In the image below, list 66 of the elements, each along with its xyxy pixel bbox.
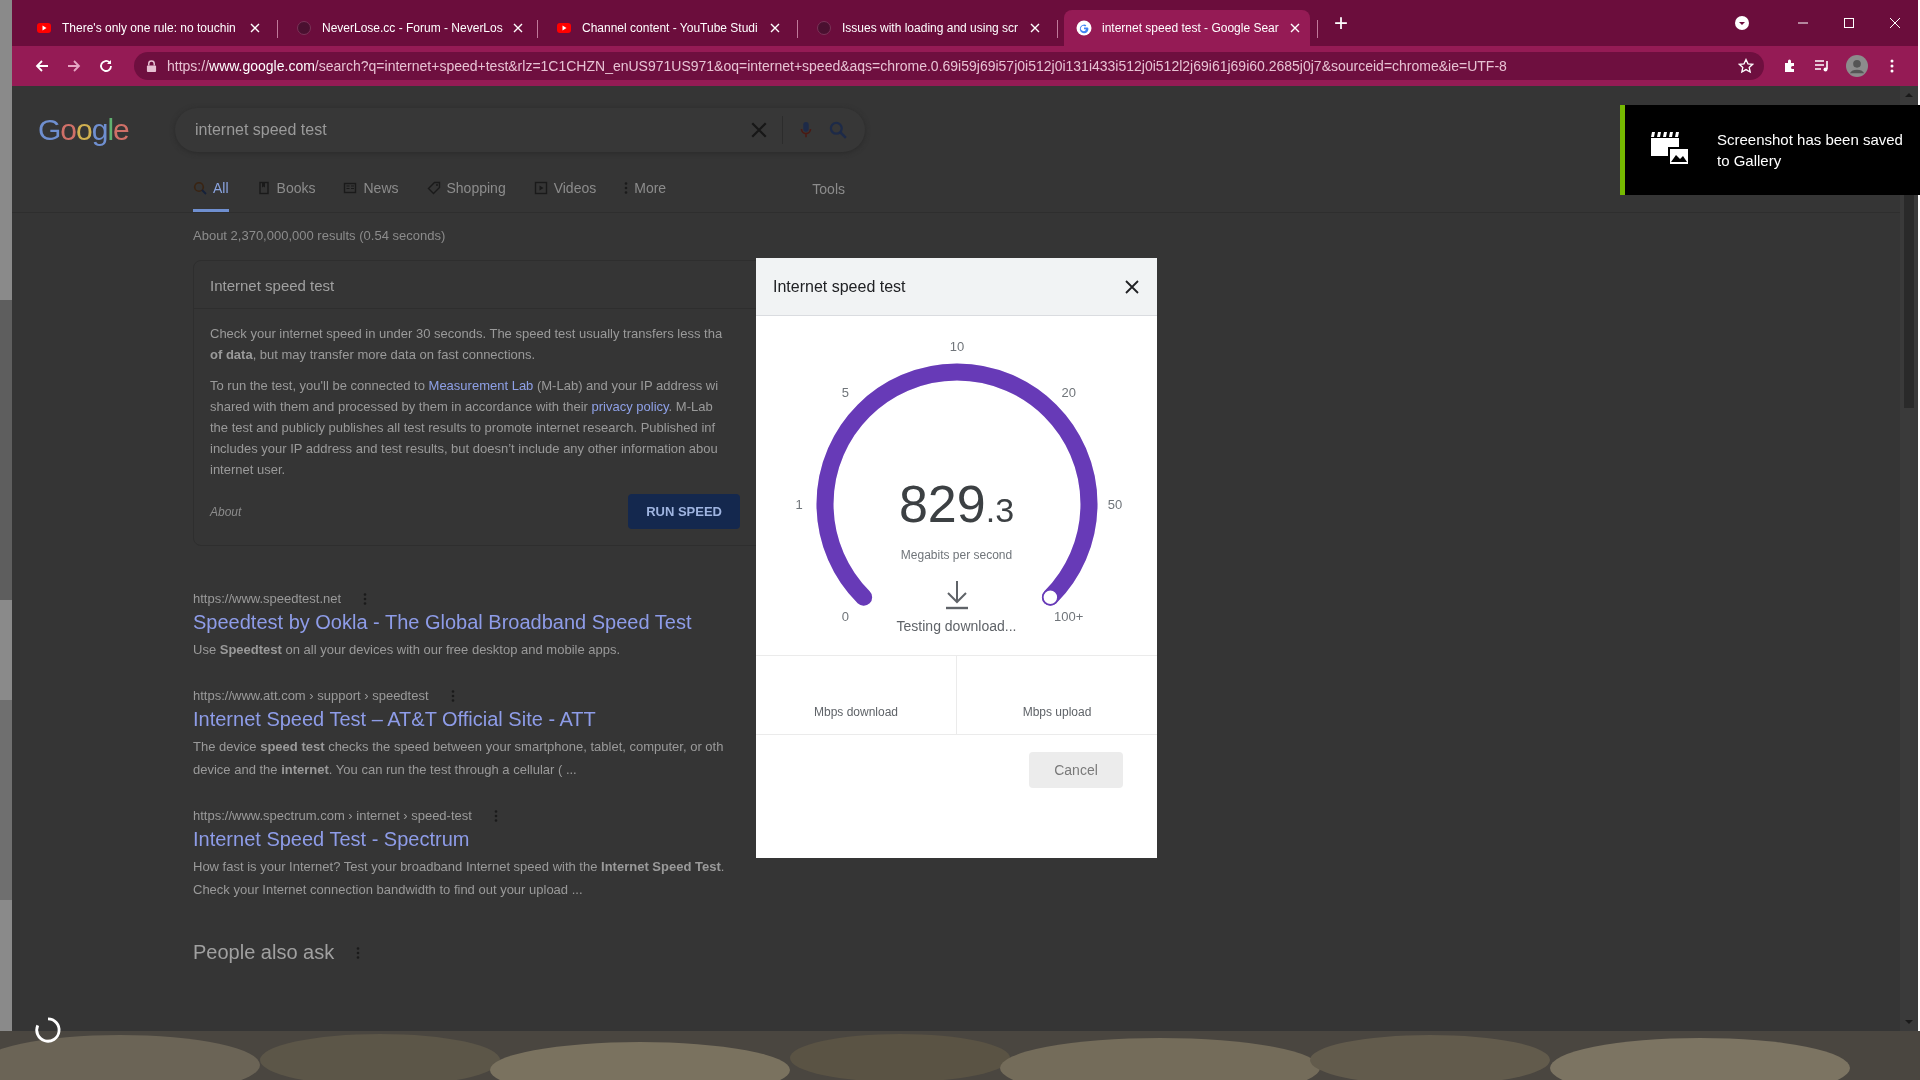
description-text: Check your internet speed in under 30 seconds. The speed test usually transfers less tha of data, but may transfer more data on fast connections. bbox=[210, 325, 724, 364]
speed-reading: 829.3 bbox=[898, 474, 1015, 534]
url-text: https://www.google.com/search?q=internet+speed+test&rlz=1C1CHZN_enUS971US971&oq=internet+speed&aqs=chrome.0.69i59j69i57j0i512j0i131i433i512j0i512l2j69i61j69i60.2685j0j7&sourceid=chrome&ie=UTF-8 bbox=[167, 58, 1507, 74]
search-tab[interactable]: Books bbox=[256, 166, 316, 212]
reload-icon[interactable] bbox=[98, 58, 114, 74]
gauge-tick-label: 10 bbox=[949, 338, 965, 354]
media-list-icon[interactable] bbox=[1814, 58, 1830, 74]
newspaper-icon bbox=[343, 180, 358, 195]
close-icon[interactable] bbox=[1125, 279, 1139, 294]
gauge-tick-label: 0 bbox=[841, 608, 849, 624]
notification-text: Screenshot has been saved to Gallery bbox=[1717, 130, 1904, 171]
result-url: https://www.att.com › support › speedtest bbox=[193, 688, 429, 703]
logo[interactable]: Google bbox=[38, 113, 130, 147]
search-icon bbox=[193, 180, 207, 195]
book-icon bbox=[256, 180, 271, 195]
cancel-button[interactable]: Cancel bbox=[1029, 752, 1123, 788]
result-snippet: The device speed test checks the speed between your smartphone, tablet, computer, or oth device and the internet. You can run the test through a cellular ( ... bbox=[193, 738, 724, 779]
result-snippet: Use Speedtest on all your devices with our free desktop and mobile apps. bbox=[193, 641, 621, 659]
result-url: https://www.spectrum.com › internet › speed-test bbox=[193, 808, 472, 823]
globe-icon bbox=[816, 20, 832, 36]
back-arrow-icon[interactable] bbox=[34, 58, 50, 74]
g-icon bbox=[1076, 20, 1092, 36]
run-speed-test-button[interactable]: RUN SPEED bbox=[628, 494, 740, 529]
star-icon[interactable] bbox=[1738, 58, 1754, 74]
play-icon bbox=[533, 180, 548, 195]
scrollbar-thumb[interactable] bbox=[1904, 194, 1914, 408]
unit-label: Megabits per second bbox=[900, 548, 1013, 562]
search-tab[interactable]: Videos bbox=[533, 166, 597, 212]
stat-label: Mbps download bbox=[813, 705, 899, 719]
kebab-icon bbox=[624, 180, 629, 195]
gauge-knob bbox=[1042, 589, 1059, 606]
gauge-tick-label: 20 bbox=[1061, 384, 1076, 400]
avatar-icon[interactable] bbox=[1846, 55, 1868, 77]
new-tab-button[interactable]: + bbox=[1324, 5, 1358, 41]
stat-label: Mbps upload bbox=[1022, 705, 1092, 719]
result-title-link[interactable]: Internet Speed Test - Spectrum bbox=[193, 828, 470, 851]
globe-icon bbox=[296, 20, 312, 36]
text-link[interactable]: privacy policy bbox=[591, 399, 669, 414]
gauge-tick-label: 50 bbox=[1107, 496, 1123, 512]
text-link[interactable]: Measurement Lab bbox=[428, 378, 534, 393]
maximize-icon[interactable] bbox=[1843, 17, 1855, 29]
tag-icon bbox=[426, 180, 441, 195]
loading-icon bbox=[34, 1016, 62, 1044]
video-icon bbox=[36, 20, 52, 36]
gauge-tick-label: 5 bbox=[841, 384, 849, 400]
video-icon bbox=[556, 20, 572, 36]
address-bar[interactable]: https://www.google.com/search?q=internet+speed+test&rlz=1C1CHZN_enUS971US971&oq=internet+speed&aqs=chrome.0.69i59j69i57j0i512j0i131i433i512j0i512l2j69i61j69i60.2685j0j7&sourceid=chrome&ie=UTF-8 bbox=[134, 52, 1764, 80]
result-url: https://www.speedtest.net bbox=[193, 591, 342, 606]
result-title-link[interactable]: Internet Speed Test – AT&T Official Site - ATT bbox=[193, 708, 596, 731]
gauge-tick-label: 1 bbox=[795, 496, 803, 512]
forward-arrow-icon[interactable] bbox=[66, 58, 82, 74]
search-tab[interactable]: News bbox=[343, 166, 399, 212]
section-heading: People also ask bbox=[193, 941, 335, 964]
about-link[interactable]: About bbox=[210, 504, 242, 519]
download-icon bbox=[945, 580, 969, 610]
result-title-link[interactable]: Speedtest by Ookla - The Global Broadband Speed Test bbox=[193, 611, 692, 634]
results-count: About 2,370,000,000 results (0.54 seconds) bbox=[193, 228, 446, 243]
gauge-tick-label: 100+ bbox=[1054, 608, 1084, 624]
dropdown-icon[interactable] bbox=[1734, 15, 1750, 31]
search-tab[interactable]: Shopping bbox=[426, 166, 506, 212]
search-tab[interactable]: More bbox=[624, 166, 667, 212]
search-tab[interactable]: All bbox=[193, 166, 229, 212]
result-snippet: How fast is your Internet? Test your broadband Internet speed with the Internet Speed Test. Check your Internet connection bandwidth to find out your upload ... bbox=[193, 858, 725, 899]
status-text: Testing download... bbox=[896, 618, 1017, 634]
lock-icon bbox=[146, 59, 157, 73]
tools-tab[interactable]: Tools bbox=[812, 181, 845, 197]
